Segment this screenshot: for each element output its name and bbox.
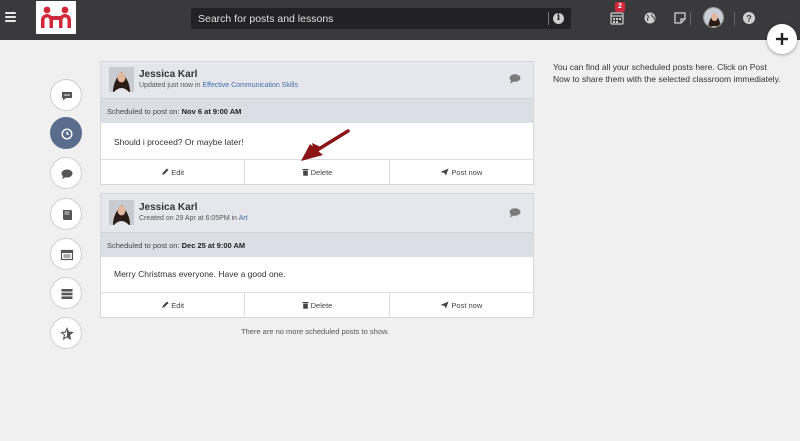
schedule-info: Scheduled to post on: Dec 25 at 9:00 AM — [101, 232, 533, 257]
edit-button[interactable]: Edit — [101, 293, 246, 318]
comment-icon[interactable] — [509, 207, 521, 218]
globe-icon[interactable] — [643, 11, 657, 25]
post-author[interactable]: Jessica Karl — [139, 202, 197, 213]
menu-icon[interactable] — [5, 12, 16, 22]
send-icon — [440, 168, 449, 176]
create-post-button[interactable] — [767, 24, 797, 54]
delete-button[interactable]: Delete — [245, 293, 390, 318]
user-avatar[interactable] — [703, 7, 724, 28]
post-author[interactable]: Jessica Karl — [139, 69, 197, 80]
end-of-list-message: There are no more scheduled posts to sho… — [241, 327, 390, 336]
help-text: You can find all your scheduled posts he… — [553, 62, 781, 84]
list-icon — [61, 289, 73, 299]
post-now-button[interactable]: Post now — [390, 160, 533, 185]
help-icon[interactable]: ? — [742, 11, 756, 25]
post-actions: Edit Delete Post now — [101, 292, 533, 318]
calendar-grid-icon — [60, 249, 74, 261]
toolbar-divider — [734, 12, 735, 26]
post-meta: Updated just now in Effective Communicat… — [139, 82, 299, 89]
post-body: Merry Christmas everyone. Have a good on… — [114, 269, 286, 279]
search-bar: i — [191, 8, 571, 29]
book-icon — [63, 210, 72, 220]
author-avatar[interactable] — [109, 200, 134, 225]
post-header: Jessica Karl Updated just now in Effecti… — [101, 62, 533, 98]
sidebar-item-comments[interactable] — [50, 157, 82, 189]
schedule-info: Scheduled to post on: Nov 6 at 9:00 AM — [101, 98, 533, 123]
scheduled-date: Dec 25 at 9:00 AM — [181, 241, 246, 250]
calendar-icon[interactable] — [610, 11, 624, 25]
comment-icon — [61, 169, 73, 179]
scheduled-post-card: Jessica Karl Created on 29 Apr at 6:05PM… — [100, 193, 534, 318]
conversations-icon — [62, 92, 72, 101]
sidebar-item-lessons[interactable] — [50, 198, 82, 230]
search-divider — [548, 12, 549, 25]
sidebar-item-scheduled[interactable] — [50, 117, 82, 149]
sidebar-item-conversations[interactable] — [50, 79, 82, 111]
notification-badge: 2 — [615, 2, 625, 12]
comment-icon[interactable] — [509, 73, 521, 84]
clock-icon — [61, 128, 73, 140]
edit-button[interactable]: Edit — [101, 160, 246, 185]
classroom-link[interactable]: Effective Communication Skills — [202, 82, 298, 89]
note-icon[interactable] — [673, 11, 687, 25]
toolbar-divider — [690, 12, 691, 26]
annotation-arrow-icon — [301, 129, 350, 161]
post-body: Should i proceed? Or maybe later! — [114, 137, 244, 147]
pencil-icon — [162, 168, 169, 175]
post-meta: Created on 29 Apr at 6:05PM in Art — [139, 215, 248, 222]
sidebar-item-list[interactable] — [50, 277, 82, 309]
scheduled-date: Nov 6 at 9:00 AM — [181, 107, 242, 116]
author-avatar[interactable] — [109, 67, 134, 92]
sidebar-item-favorites[interactable] — [50, 317, 82, 349]
info-icon[interactable]: i — [553, 13, 564, 24]
svg-text:?: ? — [746, 13, 752, 23]
post-header: Jessica Karl Created on 29 Apr at 6:05PM… — [101, 194, 533, 232]
trash-icon — [302, 169, 309, 176]
scheduled-post-card: Jessica Karl Updated just now in Effecti… — [100, 61, 534, 185]
send-icon — [440, 301, 449, 309]
post-now-button[interactable]: Post now — [390, 293, 533, 318]
sidebar-item-calendar[interactable] — [50, 238, 82, 270]
top-bar: i 2 ? — [0, 0, 800, 40]
search-input[interactable] — [191, 8, 541, 29]
star-icon — [60, 327, 74, 341]
trash-icon — [302, 302, 309, 309]
pencil-icon — [162, 301, 169, 308]
classroom-link[interactable]: Art — [239, 215, 248, 222]
app-logo[interactable] — [36, 1, 76, 34]
plus-icon — [776, 33, 788, 45]
